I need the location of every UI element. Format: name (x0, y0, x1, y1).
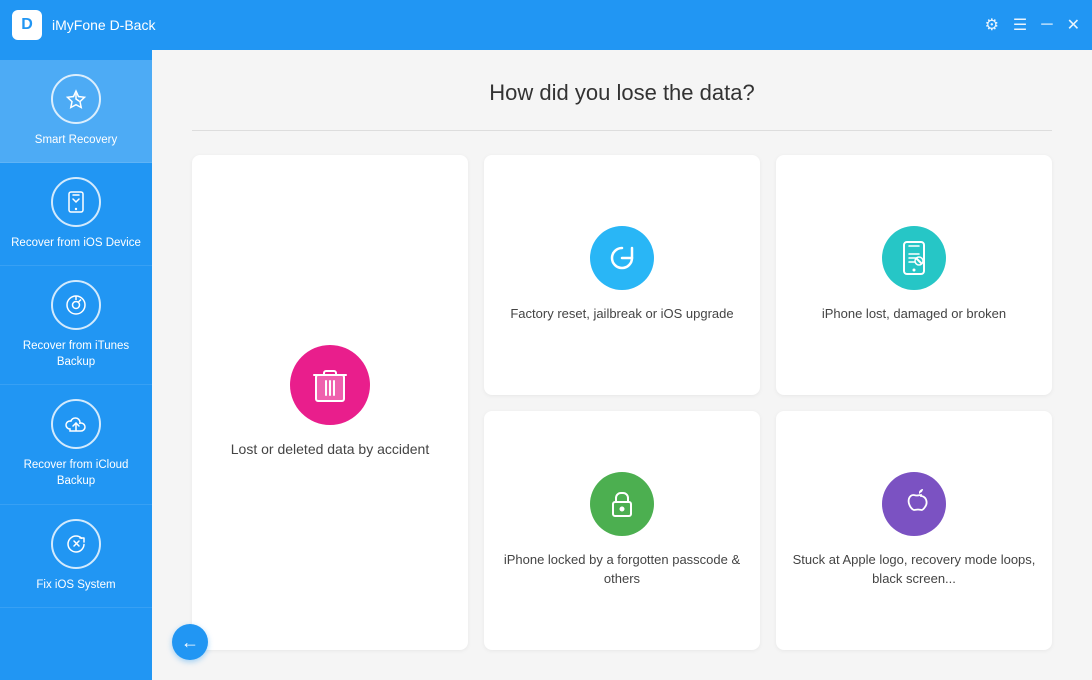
sidebar-label-fix-ios: Fix iOS System (36, 577, 115, 593)
sidebar-label-icloud-backup: Recover from iCloud Backup (8, 457, 144, 489)
content-area: How did you lose the data? Lost or delet… (152, 50, 1092, 680)
card-lost-deleted[interactable]: Lost or deleted data by accident (192, 155, 468, 650)
page-title: How did you lose the data? (192, 80, 1052, 106)
minimize-icon[interactable]: ─ (1041, 16, 1052, 34)
iphone-lost-icon (882, 226, 946, 290)
sidebar-label-itunes-backup: Recover from iTunes Backup (8, 338, 144, 370)
stuck-apple-icon (882, 472, 946, 536)
cards-grid: Lost or deleted data by accident Factory… (192, 155, 1052, 650)
app-logo: D (12, 10, 42, 40)
lost-deleted-icon (290, 345, 370, 425)
card-factory-reset[interactable]: Factory reset, jailbreak or iOS upgrade (484, 155, 760, 395)
fix-ios-icon (51, 519, 101, 569)
itunes-icon (51, 280, 101, 330)
card-label-iphone-lost: iPhone lost, damaged or broken (822, 304, 1006, 324)
back-button[interactable]: ← (172, 624, 208, 660)
card-iphone-locked[interactable]: iPhone locked by a forgotten passcode & … (484, 411, 760, 651)
sidebar: Smart Recovery Recover from iOS Device (0, 50, 152, 680)
titlebar: D iMyFone D-Back ⚙ ☰ ─ ✕ (0, 0, 1092, 50)
sidebar-label-smart-recovery: Smart Recovery (35, 132, 117, 148)
main-layout: Smart Recovery Recover from iOS Device (0, 50, 1092, 680)
close-icon[interactable]: ✕ (1067, 15, 1080, 35)
sidebar-label-ios-device: Recover from iOS Device (11, 235, 141, 251)
icloud-icon (51, 399, 101, 449)
card-label-lost-deleted: Lost or deleted data by accident (231, 439, 429, 460)
window-controls: ⚙ ☰ ─ ✕ (985, 15, 1080, 35)
sidebar-item-icloud-backup[interactable]: Recover from iCloud Backup (0, 385, 152, 504)
smart-recovery-icon (51, 74, 101, 124)
menu-icon[interactable]: ☰ (1013, 15, 1027, 35)
card-stuck-apple[interactable]: Stuck at Apple logo, recovery mode loops… (776, 411, 1052, 651)
sidebar-item-ios-device[interactable]: Recover from iOS Device (0, 163, 152, 266)
sidebar-item-fix-ios[interactable]: Fix iOS System (0, 505, 152, 608)
factory-reset-icon (590, 226, 654, 290)
settings-icon[interactable]: ⚙ (985, 15, 999, 35)
card-label-stuck-apple: Stuck at Apple logo, recovery mode loops… (792, 550, 1036, 589)
app-title: iMyFone D-Back (52, 17, 985, 33)
iphone-locked-icon (590, 472, 654, 536)
ios-device-icon (51, 177, 101, 227)
card-iphone-lost[interactable]: iPhone lost, damaged or broken (776, 155, 1052, 395)
card-label-iphone-locked: iPhone locked by a forgotten passcode & … (500, 550, 744, 589)
card-label-factory-reset: Factory reset, jailbreak or iOS upgrade (510, 304, 733, 324)
sidebar-item-itunes-backup[interactable]: Recover from iTunes Backup (0, 266, 152, 385)
sidebar-item-smart-recovery[interactable]: Smart Recovery (0, 60, 152, 163)
divider (192, 130, 1052, 131)
